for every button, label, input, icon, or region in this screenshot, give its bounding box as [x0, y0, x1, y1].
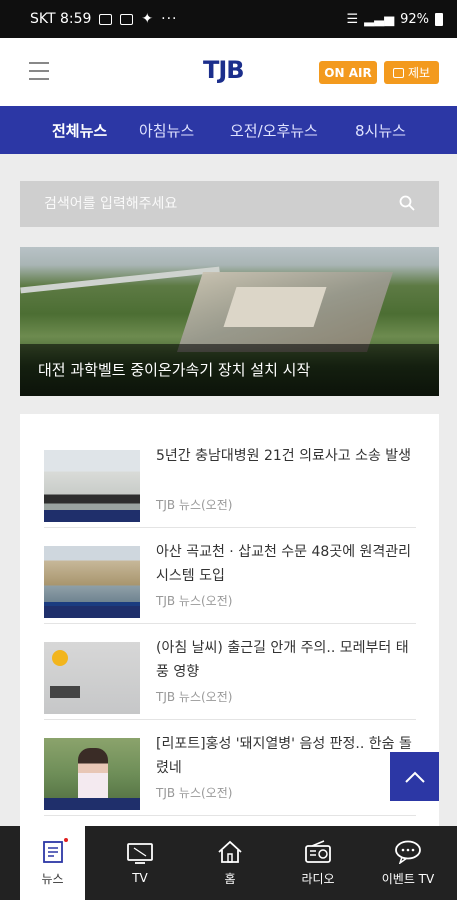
report-button[interactable]: 제보 [384, 61, 439, 84]
news-list: 5년간 충남대병원 21건 의료사고 소송 발생 TJB 뉴스(오전) 아산 곡… [20, 414, 439, 834]
news-thumbnail [44, 546, 140, 618]
battery-level: 92% [400, 11, 429, 27]
nav-home[interactable]: 홈 [195, 826, 265, 900]
search-icon[interactable] [399, 195, 415, 211]
featured-news[interactable]: 대전 과학벨트 중이온가속기 장치 설치 시작 [20, 247, 439, 396]
nav-news[interactable]: 뉴스 [20, 826, 85, 900]
tab-all-news[interactable]: 전체뉴스 [52, 120, 107, 141]
report-label: 제보 [407, 66, 431, 80]
chat-bubble-icon [395, 840, 421, 864]
news-thumbnail [44, 642, 140, 714]
search-input[interactable] [44, 196, 364, 212]
chevron-up-icon [404, 771, 425, 783]
hamburger-menu-icon[interactable] [29, 62, 49, 80]
on-air-button[interactable]: ON AIR [319, 61, 377, 84]
nav-news-label: 뉴스 [41, 871, 64, 886]
news-category-tabs: 전체뉴스 아침뉴스 오전/오후뉴스 8시뉴스 [0, 106, 457, 154]
news-title: 5년간 충남대병원 21건 의료사고 소송 발생 [156, 448, 412, 464]
tab-morning-news[interactable]: 아침뉴스 [139, 120, 194, 141]
news-icon [42, 840, 63, 863]
featured-news-caption: 대전 과학벨트 중이온가속기 장치 설치 시작 [38, 361, 311, 379]
news-source: TJB 뉴스(오전) [156, 786, 233, 800]
status-bar: SKT 8:59 ✦ ··· ☰ ▂▃▅ 92% [0, 0, 457, 38]
news-thumbnail [44, 450, 140, 522]
news-thumbnail [44, 738, 140, 810]
more-notifications-icon: ··· [161, 11, 178, 27]
nav-home-label: 홈 [224, 871, 236, 886]
news-title: [리포트]홍성 '돼지열병' 음성 판정.. 한숨 돌렸네 [156, 736, 412, 776]
message-icon [120, 13, 134, 25]
tab-8pm-news[interactable]: 8시뉴스 [355, 120, 406, 141]
report-icon [392, 67, 404, 78]
nav-event-tv[interactable]: 이벤트 TV [370, 826, 446, 900]
battery-icon [435, 12, 443, 26]
nav-event-tv-label: 이벤트 TV [381, 871, 435, 886]
nav-tv[interactable]: TV [105, 826, 175, 900]
home-icon [218, 840, 242, 863]
list-item[interactable]: [리포트]홍성 '돼지열병' 음성 판정.. 한숨 돌렸네 TJB 뉴스(오전) [44, 720, 416, 816]
tab-am-pm-news[interactable]: 오전/오후뉴스 [230, 120, 318, 141]
app-header: TJB ON AIR 제보 [0, 38, 457, 106]
tjb-logo[interactable]: TJB [203, 56, 245, 84]
nav-radio[interactable]: 라디오 [283, 826, 353, 900]
news-title: (아침 날씨) 출근길 안개 주의.. 모레부터 태풍 영향 [156, 640, 409, 680]
bottom-navigation: 뉴스 TV 홈 라디오 이벤트 TV [0, 826, 457, 900]
tv-icon [127, 843, 153, 864]
signal-icon: ▂▃▅ [364, 11, 395, 27]
wifi-icon: ☰ [346, 11, 359, 27]
list-item[interactable]: 아산 곡교천 · 삽교천 수문 48곳에 원격관리 시스템 도입 TJB 뉴스(… [44, 528, 416, 624]
radio-icon [305, 839, 331, 863]
carrier-time: SKT 8:59 [30, 11, 92, 27]
list-item[interactable]: (아침 날씨) 출근길 안개 주의.. 모레부터 태풍 영향 TJB 뉴스(오전… [44, 624, 416, 720]
news-source: TJB 뉴스(오전) [156, 594, 233, 608]
search-bar [20, 181, 439, 227]
nav-tv-label: TV [132, 871, 148, 885]
notification-icon: ✦ [141, 11, 154, 27]
news-source: TJB 뉴스(오전) [156, 498, 233, 512]
news-source: TJB 뉴스(오전) [156, 690, 233, 704]
nav-radio-label: 라디오 [301, 871, 335, 886]
list-item[interactable]: 5년간 충남대병원 21건 의료사고 소송 발생 TJB 뉴스(오전) [44, 432, 416, 528]
gallery-icon [99, 13, 113, 25]
scroll-to-top-button[interactable] [390, 752, 439, 801]
news-title: 아산 곡교천 · 삽교천 수문 48곳에 원격관리 시스템 도입 [156, 544, 412, 584]
